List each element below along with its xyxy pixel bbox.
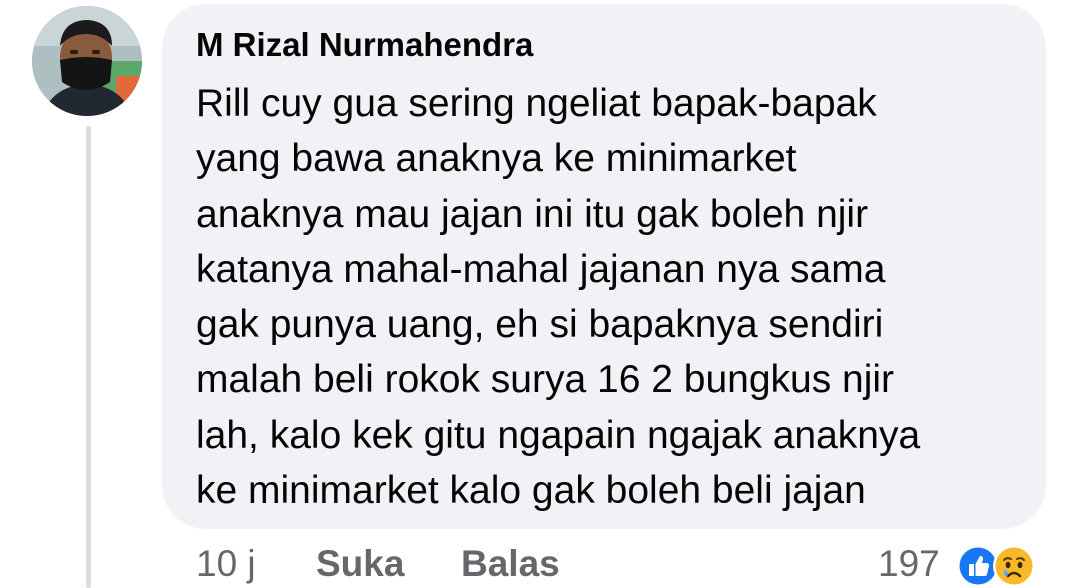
reaction-summary[interactable] [956, 544, 1052, 588]
author-name[interactable]: M Rizal Nurmahendra [196, 26, 533, 64]
reply-button[interactable]: Balas [461, 543, 560, 588]
profile-photo [32, 6, 142, 116]
comment-timestamp[interactable]: 10 j [196, 543, 256, 588]
avatar[interactable] [32, 6, 142, 116]
comment-view: M Rizal Nurmahendra Rill cuy gua sering … [0, 0, 1080, 588]
sad-icon [993, 545, 1035, 587]
like-button[interactable]: Suka [316, 543, 404, 588]
thread-line [86, 126, 91, 588]
comment-text: Rill cuy gua sering ngeliat bapak-bapak … [196, 82, 921, 513]
reaction-count[interactable]: 197 [878, 543, 940, 585]
